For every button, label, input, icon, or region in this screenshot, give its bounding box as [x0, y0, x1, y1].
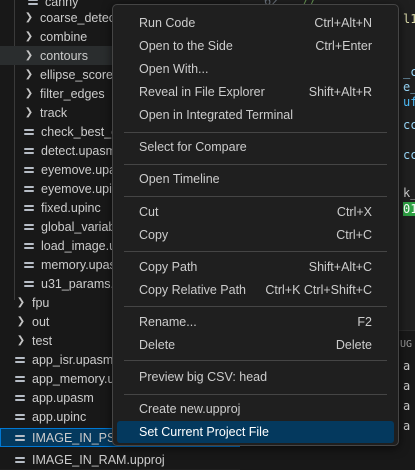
menu-separator [124, 394, 387, 395]
panel-text: a [403, 399, 411, 413]
file-icon [14, 355, 26, 365]
menu-item-copy-path[interactable]: Copy Path Shift+Alt+C [117, 256, 394, 278]
tree-item-image-in-ram[interactable]: IMAGE_IN_RAM.upproj [0, 450, 254, 469]
chevron-right-icon[interactable]: ❯ [24, 107, 34, 118]
file-icon [23, 279, 35, 289]
code-fragment: cc [403, 148, 415, 162]
menu-separator [124, 164, 387, 165]
file-icon [14, 393, 26, 403]
code-fragment: cc [403, 118, 415, 132]
code-fragment: uf [403, 95, 415, 109]
menu-item-preview-csv[interactable]: Preview big CSV: head [117, 366, 394, 388]
chevron-right-icon[interactable]: ❯ [16, 316, 26, 327]
menu-item-copy[interactable]: Copy Ctrl+C [117, 224, 394, 246]
panel-header: UG [400, 339, 413, 350]
chevron-right-icon[interactable]: ❯ [24, 50, 34, 61]
file-icon [23, 241, 35, 251]
menu-separator [124, 306, 387, 307]
panel-text: a [403, 379, 411, 393]
code-fragment: l1 [403, 12, 415, 26]
menu-item-open-timeline[interactable]: Open Timeline [117, 168, 394, 190]
menu-item-reveal-in-explorer[interactable]: Reveal in File Explorer Shift+Alt+R [117, 81, 394, 103]
menu-item-cut[interactable]: Cut Ctrl+X [117, 201, 394, 223]
menu-separator [124, 132, 387, 133]
chevron-right-icon[interactable]: ❯ [16, 297, 26, 308]
chevron-right-icon[interactable]: ❯ [24, 12, 34, 23]
file-icon [23, 184, 35, 194]
file-icon [23, 127, 35, 137]
file-icon [14, 455, 26, 465]
file-icon [23, 203, 35, 213]
chevron-right-icon[interactable]: ❯ [16, 335, 26, 346]
menu-item-set-current-project[interactable]: Set Current Project File [117, 421, 394, 443]
panel-text: a [403, 419, 411, 433]
menu-item-select-for-compare[interactable]: Select for Compare [117, 136, 394, 158]
file-icon [14, 412, 26, 422]
menu-item-copy-relative-path[interactable]: Copy Relative Path Ctrl+K Ctrl+Shift+C [117, 279, 394, 301]
code-fragment: e_ [403, 80, 415, 94]
chevron-right-icon[interactable]: ❯ [24, 69, 34, 80]
menu-item-create-upproj[interactable]: Create new.upproj [117, 398, 394, 420]
chevron-right-icon[interactable]: ❯ [24, 88, 34, 99]
code-fragment: k_ [403, 186, 415, 200]
file-icon [23, 165, 35, 175]
menu-item-open-in-terminal[interactable]: Open in Integrated Terminal [117, 104, 394, 126]
chevron-right-icon[interactable]: ❯ [24, 31, 34, 42]
menu-item-delete[interactable]: Delete Delete [117, 334, 394, 356]
menu-separator [124, 251, 387, 252]
menu-separator [124, 196, 387, 197]
menu-item-rename[interactable]: Rename... F2 [117, 311, 394, 333]
code-fragment: _c [403, 65, 415, 79]
file-icon [23, 260, 35, 270]
code-highlight: 01 [403, 202, 415, 216]
file-icon [23, 222, 35, 232]
file-icon [14, 433, 26, 443]
panel-text: a [403, 359, 411, 373]
context-menu: Run Code Ctrl+Alt+N Open to the Side Ctrl+… [112, 4, 399, 446]
file-icon [23, 146, 35, 156]
file-icon [14, 374, 26, 384]
menu-separator [124, 360, 387, 361]
menu-item-open-to-side[interactable]: Open to the Side Ctrl+Enter [117, 35, 394, 57]
file-icon [27, 0, 39, 7]
menu-item-run-code[interactable]: Run Code Ctrl+Alt+N [117, 12, 394, 34]
menu-item-open-with[interactable]: Open With... [117, 58, 394, 80]
